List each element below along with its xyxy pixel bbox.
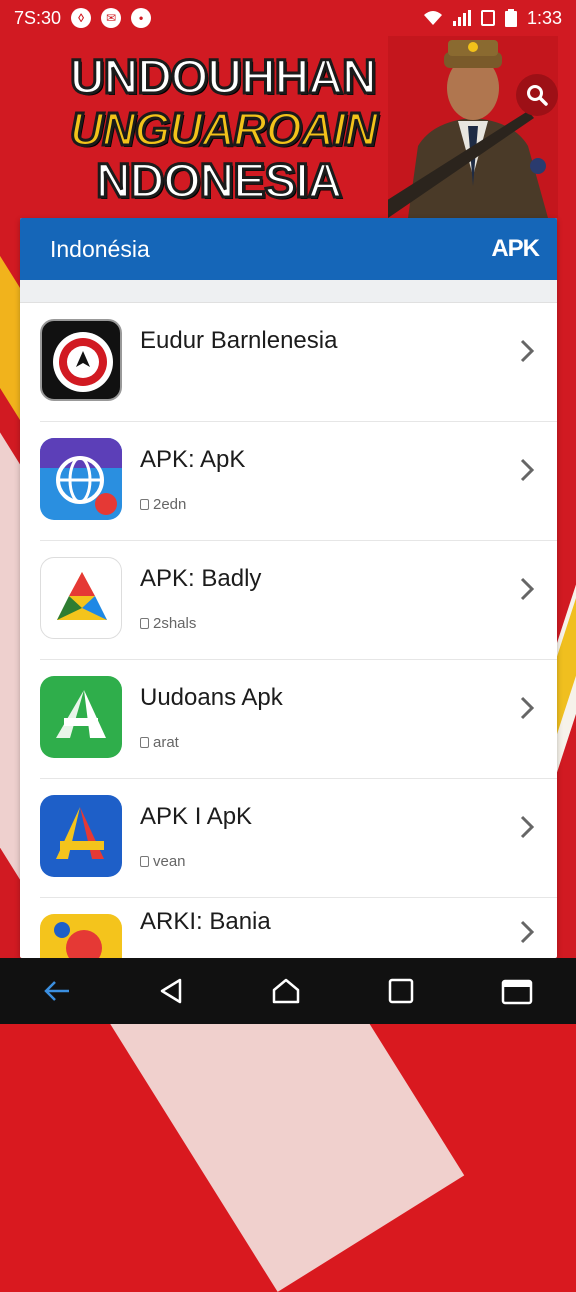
file-icon bbox=[140, 499, 149, 510]
list-item[interactable]: APK I ApK vean bbox=[40, 779, 557, 898]
app-name: APK: ApK bbox=[140, 446, 246, 473]
app-meta-text: 2edn bbox=[153, 496, 187, 513]
app-meta: 2shals bbox=[140, 615, 261, 632]
status-time-right: 1:33 bbox=[526, 7, 562, 28]
chevron-right-icon bbox=[520, 339, 535, 363]
signal-icon bbox=[452, 10, 471, 26]
app-list-card: Indonésia APK Eudur Barnlenesia APK: ApK… bbox=[20, 218, 557, 958]
chevron-right-icon bbox=[520, 696, 535, 720]
hero-banner: UNDOUHHAN UNGUAROAIN NDONESIA bbox=[0, 36, 576, 218]
app-name: Eudur Barnlenesia bbox=[140, 327, 338, 354]
home-icon[interactable] bbox=[271, 977, 301, 1005]
app-name: ARKI: Bania bbox=[140, 908, 271, 935]
card-divider bbox=[20, 280, 557, 303]
wifi-icon bbox=[423, 11, 442, 25]
globe-app-icon bbox=[40, 438, 122, 520]
emblem-app-icon bbox=[40, 319, 122, 401]
hero-title-line2: UNGUAROAIN bbox=[69, 103, 380, 155]
chat-icon: • bbox=[131, 8, 152, 28]
card-header: Indonésia APK bbox=[20, 218, 557, 280]
app-name: APK: Badly bbox=[140, 565, 262, 592]
card-title: Indonésia bbox=[50, 235, 150, 262]
battery-icon bbox=[504, 9, 517, 27]
list-item[interactable]: APK: Badly 2shals bbox=[40, 541, 557, 660]
chevron-right-icon bbox=[520, 458, 535, 482]
list-item[interactable]: ARKI: Bania bbox=[40, 898, 557, 958]
recents-square-icon[interactable] bbox=[388, 978, 414, 1004]
status-time-left: 7S:30 bbox=[14, 7, 62, 28]
list-item[interactable]: APK: ApK 2edn bbox=[40, 422, 557, 541]
chevron-right-icon bbox=[520, 815, 535, 839]
lock-icon bbox=[140, 856, 149, 867]
apk-badge[interactable]: APK bbox=[491, 235, 540, 263]
app-name: Uudoans Apk bbox=[140, 684, 283, 711]
app-meta: 2edn bbox=[140, 496, 245, 513]
navigation-bar bbox=[0, 958, 576, 1024]
list-item[interactable]: Eudur Barnlenesia bbox=[40, 303, 557, 422]
app-meta-text: arat bbox=[153, 734, 179, 751]
list-item[interactable]: Uudoans Apk arat bbox=[40, 660, 557, 779]
chevron-right-icon bbox=[520, 920, 535, 944]
green-a-app-icon bbox=[40, 676, 122, 758]
hero-title-line3: NDONESIA bbox=[95, 155, 344, 208]
soldier-illustration bbox=[388, 36, 558, 218]
triangle-app-icon bbox=[40, 557, 122, 639]
file-icon bbox=[140, 737, 149, 748]
search-icon bbox=[527, 85, 548, 106]
file-icon bbox=[140, 618, 149, 629]
app-meta: arat bbox=[140, 734, 283, 751]
message-icon: ✉ bbox=[101, 8, 122, 28]
chevron-right-icon bbox=[520, 577, 535, 601]
sim-icon bbox=[480, 10, 495, 26]
app-meta-text: vean bbox=[153, 853, 186, 870]
app-list: Eudur Barnlenesia APK: ApK 2edn APK: Bad… bbox=[20, 303, 557, 958]
hero-title: UNDOUHHAN UNGUAROAIN NDONESIA bbox=[69, 51, 380, 208]
app-name: APK I ApK bbox=[140, 803, 253, 830]
hero-title-line1: UNDOUHHAN bbox=[69, 51, 379, 104]
status-bar: 7S:30 ◊ ✉ • 1:33 bbox=[0, 0, 576, 36]
app-meta: vean bbox=[140, 853, 252, 870]
back-triangle-icon[interactable] bbox=[158, 977, 184, 1005]
back-arrow-icon[interactable] bbox=[43, 979, 71, 1003]
search-button[interactable] bbox=[516, 74, 558, 116]
shield-icon: ◊ bbox=[71, 8, 92, 28]
window-icon[interactable] bbox=[501, 977, 533, 1005]
status-right: 1:33 bbox=[423, 8, 562, 29]
yellow-emblem-app-icon bbox=[40, 914, 122, 958]
app-meta-text: 2shals bbox=[153, 615, 197, 632]
status-left: 7S:30 ◊ ✉ • bbox=[14, 7, 152, 29]
blue-a-app-icon bbox=[40, 795, 122, 877]
